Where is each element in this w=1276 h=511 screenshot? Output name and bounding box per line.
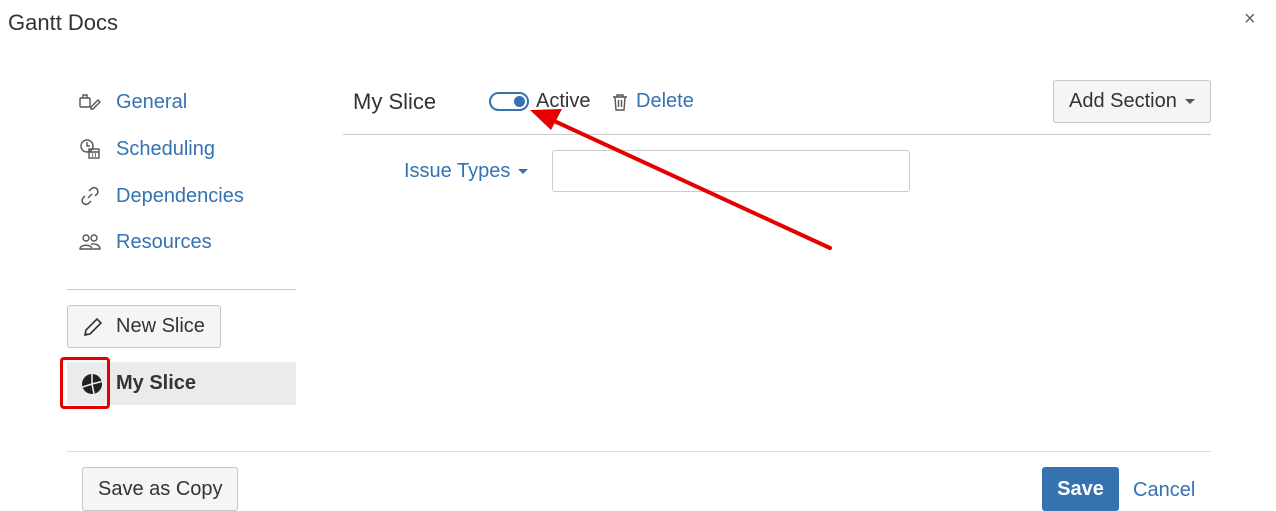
editor-divider [343, 134, 1211, 135]
issue-types-dropdown[interactable]: Issue Types [404, 160, 529, 183]
add-section-button[interactable]: Add Section [1053, 80, 1211, 123]
nav-item-dependencies[interactable]: Dependencies [78, 182, 244, 210]
issue-types-label: Issue Types [404, 160, 511, 182]
active-toggle[interactable] [489, 92, 529, 111]
active-label: Active [536, 90, 591, 112]
calendar-clock-icon [78, 138, 102, 160]
nav-label: Resources [116, 230, 212, 253]
nav-divider [67, 289, 296, 290]
new-slice-label: New Slice [116, 315, 205, 337]
annotation-highlight-box [60, 357, 110, 409]
footer-divider [67, 451, 1211, 452]
dialog-title: Gantt Docs [8, 10, 119, 35]
trash-icon [613, 93, 627, 111]
close-icon[interactable]: × [1244, 8, 1256, 31]
slice-item-label: My Slice [116, 372, 197, 394]
nav-label: General [116, 90, 188, 113]
issue-types-input[interactable] [552, 150, 910, 192]
save-as-copy-button[interactable]: Save as Copy [82, 467, 238, 511]
nav-item-resources[interactable]: Resources [78, 228, 212, 256]
nav-item-scheduling[interactable]: Scheduling [78, 135, 215, 163]
nav-label: Scheduling [116, 137, 215, 160]
slice-title: My Slice [353, 89, 437, 114]
toggle-knob [514, 96, 525, 107]
nav-label: Dependencies [116, 184, 244, 207]
save-button[interactable]: Save [1042, 467, 1119, 511]
settings-edit-icon [78, 91, 102, 113]
new-slice-button[interactable]: New Slice [67, 305, 221, 348]
chevron-down-icon [518, 169, 529, 174]
chevron-down-icon [1184, 99, 1195, 104]
pencil-icon [83, 317, 103, 336]
link-icon [78, 185, 102, 207]
people-icon [78, 231, 102, 253]
nav-item-general[interactable]: General [78, 88, 187, 116]
cancel-link[interactable]: Cancel [1133, 479, 1195, 502]
delete-label: Delete [636, 90, 694, 112]
delete-button[interactable]: Delete [612, 90, 694, 113]
add-section-label: Add Section [1069, 90, 1177, 112]
